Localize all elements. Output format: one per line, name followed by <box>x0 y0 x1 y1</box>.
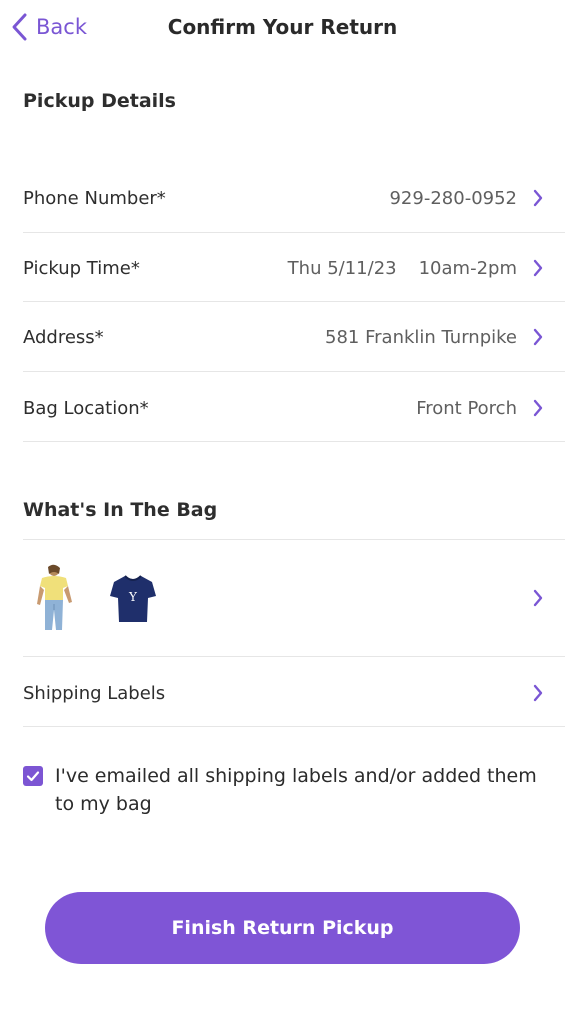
phone-number-row[interactable]: Phone Number* 929-280-0952 <box>0 163 565 233</box>
bag-location-row[interactable]: Bag Location* Front Porch <box>0 373 565 443</box>
divider <box>23 441 565 442</box>
address-value: 581 Franklin Turnpike <box>325 326 517 348</box>
address-row[interactable]: Address* 581 Franklin Turnpike <box>0 302 565 372</box>
navy-tshirt-product-image: Y <box>106 564 160 632</box>
address-label: Address* <box>23 326 104 348</box>
bag-items-row[interactable]: Y <box>0 540 565 656</box>
pickup-window: 10am-2pm <box>418 257 517 279</box>
bag-location-label: Bag Location* <box>23 397 149 419</box>
divider <box>23 371 565 372</box>
bag-location-value: Front Porch <box>416 397 517 419</box>
confirmation-text: I've emailed all shipping labels and/or … <box>55 765 537 815</box>
finish-return-pickup-button[interactable]: Finish Return Pickup <box>45 892 520 964</box>
shipping-labels-row[interactable]: Shipping Labels <box>0 658 565 728</box>
chevron-right-icon <box>531 258 545 278</box>
woman-yellow-top-jeans-product-image <box>28 564 82 632</box>
pickup-time-label: Pickup Time* <box>23 257 140 279</box>
svg-text:Y: Y <box>128 590 138 604</box>
divider <box>23 656 565 657</box>
page-title: Confirm Your Return <box>167 15 398 39</box>
chevron-right-icon <box>531 683 545 703</box>
pickup-time-row[interactable]: Pickup Time* Thu 5/11/23 10am-2pm <box>0 233 565 303</box>
chevron-right-icon <box>531 188 545 208</box>
divider <box>23 726 565 727</box>
header: Back Confirm Your Return <box>0 0 565 56</box>
confirmation-checkbox[interactable] <box>23 766 43 786</box>
pickup-details-heading: Pickup Details <box>23 90 176 112</box>
checkmark-icon <box>26 771 40 782</box>
chevron-right-icon <box>531 588 545 608</box>
shipping-labels-confirmation: I've emailed all shipping labels and/or … <box>23 762 543 818</box>
pickup-date: Thu 5/11/23 <box>287 257 397 279</box>
whats-in-the-bag-heading: What's In The Bag <box>23 499 218 521</box>
chevron-right-icon <box>531 327 545 347</box>
chevron-right-icon <box>531 398 545 418</box>
phone-number-value: 929-280-0952 <box>389 187 517 209</box>
shipping-labels-label: Shipping Labels <box>23 682 166 704</box>
phone-number-label: Phone Number* <box>23 187 166 209</box>
pickup-time-value: Thu 5/11/23 10am-2pm <box>288 258 517 279</box>
